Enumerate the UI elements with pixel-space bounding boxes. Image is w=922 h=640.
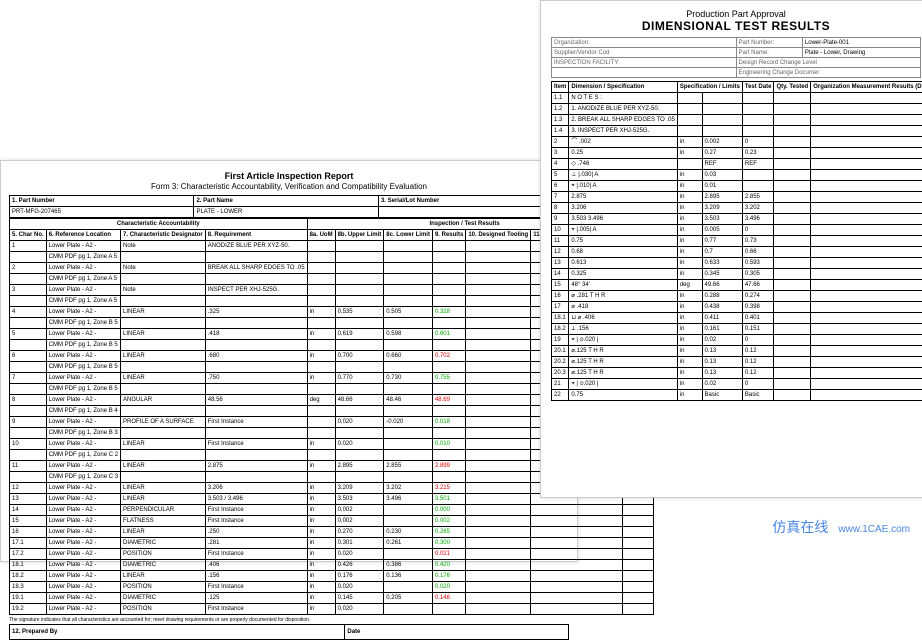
col-char: 5. Char No. [10, 230, 47, 241]
table-row: 19⌖ | ⌀.020 |in0.020X [552, 335, 922, 346]
prep-table: 12. Prepared By Date [9, 624, 569, 640]
sheet2-title: DIMENSIONAL TEST RESULTS [551, 19, 921, 33]
col2-qty: Qty. Tested [774, 82, 811, 93]
table-row: 20.1⌀.125 T H Rin0.130.12X [552, 346, 922, 357]
table-row: 18.1⊔ ⌀ .406in0.4110.401X [552, 313, 922, 324]
table-row: 17.1Lower Plate - A2 -DIAMETRIC.281in0.3… [10, 538, 654, 549]
table-row: 10⌖ |.005| Ain0.0050X [552, 225, 922, 236]
table-row: 110.75in0.770.73X [552, 236, 922, 247]
sheet2-info: Organization: Part Number: Lower-Plate-0… [551, 37, 921, 78]
col-req: 8. Requirement [205, 230, 307, 241]
svc-label: Supplier/Vendor Cod [552, 48, 737, 58]
org-label: Organization: [552, 38, 737, 48]
table-row: 16Lower Plate - A2 -LINEAR.250in0.2700.2… [10, 527, 654, 538]
table-row: 83.206in3.2093.202X [552, 203, 922, 214]
sl-label: 3. Serial/Lot Number [381, 198, 439, 204]
col2-meas: Organization Measurement Results (Data) [811, 82, 922, 93]
table-row: 16⌀ .281 T H Rin0.2880.274X [552, 291, 922, 302]
pn2-label: Part Number: [736, 38, 802, 48]
table-row: 1.1N O T E S :X [552, 93, 922, 104]
ec-label: Engineering Change Documer [736, 68, 921, 78]
col2-dim: Dimension / Specification [569, 82, 678, 93]
table-row: 21⌖ | ⌀.020 |in0.020X [552, 379, 922, 390]
table-row: 17⌀ .418in0.4380.398X [552, 302, 922, 313]
table-row: 20.3⌀.125 T H Rin0.130.12X [552, 368, 922, 379]
table-row: 6⌖ |.010| Ain0.01X [552, 181, 922, 192]
table-row: 5⊥ |.030| Ain0.03X [552, 170, 922, 181]
table-row: 14Lower Plate - A2 -PERPENDICULARFirst I… [10, 505, 654, 516]
table-row: 1.32. BREAK ALL SHARP EDGES TO .05X [552, 115, 922, 126]
pn2-value: Lower-Plate-001 [802, 38, 920, 48]
sheet2-pre: Production Part Approval [551, 9, 921, 19]
col-lower: 8c. Lower Limit [384, 230, 433, 241]
table-row: 19.2Lower Plate - A2 -POSITIONFirst Inst… [10, 604, 654, 615]
fac-label: INSPECTION FACILITY: [552, 58, 737, 68]
pn-value: PRT-MFG-207465 [10, 207, 194, 218]
col-refloc: 6. Reference Location [46, 230, 120, 241]
col-uom: 8a. UoM [307, 230, 335, 241]
prep-date: Date [345, 625, 569, 640]
table-row: 1.43. INSPECT PER XHJ-525G.X [552, 126, 922, 137]
table-row: 140.325in0.3450.305X [552, 269, 922, 280]
watermark: 仿真在线 www.1CAE.com [772, 517, 910, 537]
table-row: 120.68in0.70.66X [552, 247, 922, 258]
table-row: 18.2Lower Plate - A2 -LINEAR.156in0.1760… [10, 571, 654, 582]
dtr-sheet: Production Part Approval DIMENSIONAL TES… [540, 0, 922, 498]
pn-label: 1. Part Number [12, 198, 55, 204]
col2-item: Item [552, 82, 569, 93]
col-desig: 7. Characteristic Designator [121, 230, 206, 241]
brand-cn: 仿真在线 [772, 519, 828, 535]
prep-by: 12. Prepared By [10, 625, 345, 640]
table-row: 130.613in0.6330.593X [552, 258, 922, 269]
table-row: 4◇ .746REFREFX [552, 159, 922, 170]
pname-value: PLATE - LOWER [194, 207, 378, 218]
sheet2-table: Item Dimension / Specification Specifica… [551, 81, 922, 401]
col-tool: 10. Designed Tooling [466, 230, 531, 241]
sheet1-subtitle: Form 3: Characteristic Accountability, V… [9, 182, 569, 191]
table-row: 17.2Lower Plate - A2 -POSITIONFirst Inst… [10, 549, 654, 560]
col2-date: Test Date [742, 82, 774, 93]
table-row: 1548° 34'deg49.6647.66X [552, 280, 922, 291]
sheet1-footnote: The signature indicates that all charact… [9, 617, 569, 623]
pname2-value: Plate - Lower, Drawing [802, 48, 920, 58]
dr-label: Design Record Change Level [736, 58, 921, 68]
table-row: 20.2⌀.125 T H Rin0.130.12X [552, 357, 922, 368]
table-row: 1.21. ANODIZE BLUE PER XYZ-50.X [552, 104, 922, 115]
table-row: 18.1Lower Plate - A2 -DIAMETRIC.406in0.4… [10, 560, 654, 571]
table-row: 220.75inBasicBasicX [552, 390, 922, 401]
table-row: 18.3Lower Plate - A2 -POSITIONFirst Inst… [10, 582, 654, 593]
table-row: 18.2⟂ .156in0.1610.151X [552, 324, 922, 335]
table-row: 15Lower Plate - A2 -FLATNESSFirst Instan… [10, 516, 654, 527]
table-row: 30.25in0.270.23X [552, 148, 922, 159]
brand-url: www.1CAE.com [838, 524, 910, 535]
sheet1-title: First Article Inspection Report [9, 171, 569, 181]
fai-form3-sheet: First Article Inspection Report Form 3: … [0, 160, 578, 562]
pname2-label: Part Name: [736, 48, 802, 58]
table-row: 72.875in2.8952.855X [552, 192, 922, 203]
section-acc: Characteristic Accountability [10, 219, 308, 230]
table-row: 2⌒ .002in0.0020X [552, 137, 922, 148]
col2-spec: Specification / Limits [677, 82, 742, 93]
sheet1-header-table: 1. Part Number 2. Part Name 3. Serial/Lo… [9, 195, 569, 218]
table-row: 19.1Lower Plate - A2 -DIAMETRIC.125in0.1… [10, 593, 654, 604]
pname-label: 2. Part Name [196, 198, 232, 204]
col-results: 9. Results [432, 230, 465, 241]
col-upper: 8b. Upper Limit [335, 230, 384, 241]
table-row: 93.503 3.496in3.5033.496X [552, 214, 922, 225]
